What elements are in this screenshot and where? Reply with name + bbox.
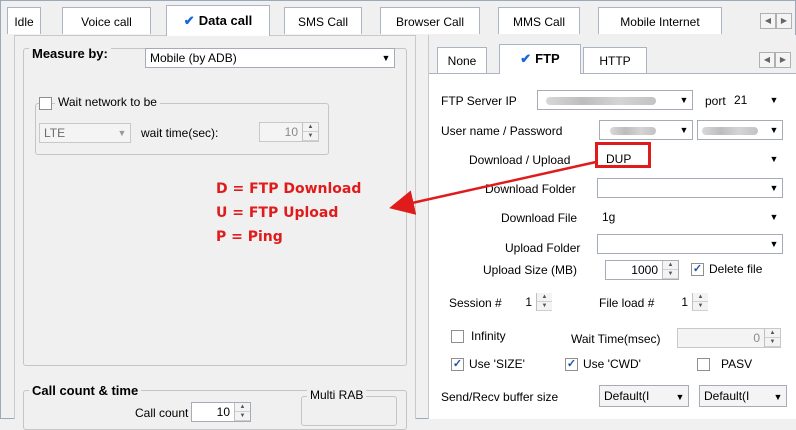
tab-data-call[interactable]: ✔ Data call (166, 5, 270, 36)
annotation-arrow (389, 160, 597, 215)
tab-label: Data call (198, 13, 253, 28)
tab-ftp[interactable]: ✔ FTP (499, 44, 581, 74)
checkmark-icon: ✔ (520, 51, 532, 66)
tab-label: FTP (535, 51, 560, 66)
checkmark-icon: ✔ (183, 13, 195, 28)
